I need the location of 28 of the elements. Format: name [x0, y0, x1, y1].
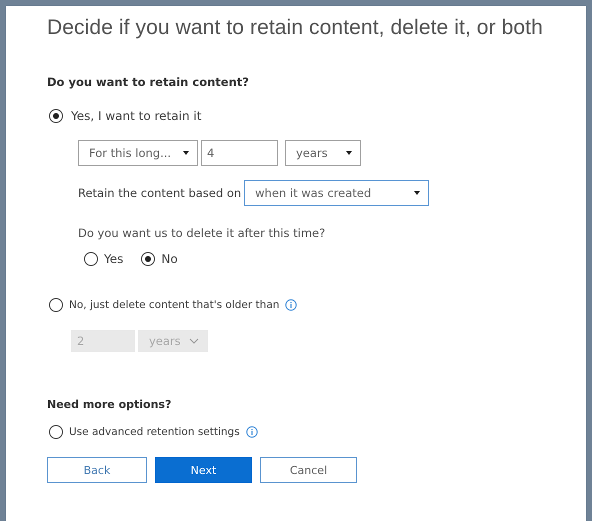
back-button[interactable]: Back: [47, 457, 147, 483]
based-on-dropdown[interactable]: when it was created: [244, 180, 430, 206]
info-icon[interactable]: [285, 299, 298, 311]
caret-icon: [346, 150, 352, 156]
option-label: Yes, I want to retain it: [71, 109, 202, 123]
based-on-label: Retain the content based on: [78, 186, 242, 200]
radio-button[interactable]: [49, 109, 63, 123]
duration-input[interactable]: 4: [201, 140, 278, 166]
section-heading: Need more options?: [47, 398, 172, 411]
delete-question: Do you want us to delete it after this time?: [78, 226, 326, 240]
option-label: Yes: [104, 252, 124, 266]
page-title: Decide if you want to retain content, delete it, or both: [47, 16, 544, 40]
unit-dropdown[interactable]: years: [285, 140, 361, 166]
chevron-icon: [189, 338, 199, 344]
option-label: No: [161, 252, 178, 266]
radio-button[interactable]: [49, 425, 63, 439]
next-button[interactable]: Next: [155, 457, 252, 483]
cancel-button[interactable]: Cancel: [260, 457, 357, 483]
duration-type-dropdown[interactable]: For this long...: [78, 140, 198, 166]
radio-button[interactable]: [84, 252, 98, 266]
caret-icon: [414, 190, 420, 196]
section-heading: Do you want to retain content?: [47, 75, 250, 89]
option-label: Use advanced retention settings: [69, 426, 240, 438]
option-label: No, just delete content that's older than: [69, 299, 280, 311]
radio-button[interactable]: [141, 252, 156, 266]
caret-icon: [183, 150, 189, 156]
info-icon[interactable]: [246, 426, 258, 438]
radio-button[interactable]: [49, 298, 63, 312]
